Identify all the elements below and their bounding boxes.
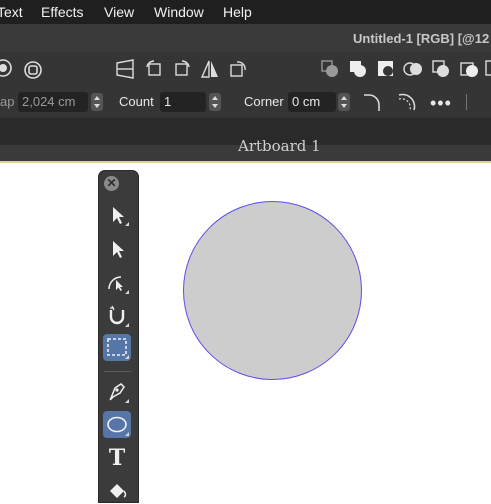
align-top-icon[interactable] (319, 58, 341, 80)
corner-stepper[interactable] (338, 93, 350, 111)
boolean-divide-icon[interactable] (458, 58, 480, 80)
tools-panel: ✕ T (99, 171, 138, 502)
corner-concave-icon[interactable] (396, 91, 418, 113)
close-panel-button[interactable]: ✕ (104, 176, 119, 191)
count-label: Count (119, 94, 154, 109)
contour-tool-icon[interactable] (103, 302, 131, 329)
menu-help[interactable]: Help (223, 4, 252, 20)
rotate-left-icon[interactable] (143, 58, 165, 80)
menu-text[interactable]: Text (0, 4, 23, 20)
menu-bar: Text Effects View Window Help (0, 0, 491, 24)
tools-separator (104, 371, 132, 372)
boolean-intersect-icon[interactable] (402, 58, 424, 80)
gap-label: ap (0, 94, 15, 109)
boolean-subtract-icon[interactable] (375, 58, 397, 80)
corner-tool-icon[interactable] (103, 269, 131, 296)
perspective-icon[interactable] (114, 58, 136, 80)
toolbar-divider (466, 94, 467, 110)
menu-view[interactable]: View (104, 4, 134, 20)
document-title: Untitled-1 [RGB] [@12 (353, 31, 490, 46)
artboard-title[interactable]: Artboard 1 (238, 137, 321, 154)
boolean-partial-icon[interactable] (0, 57, 14, 79)
flip-horizontal-icon[interactable] (199, 58, 221, 80)
pen-tool-icon[interactable] (103, 378, 131, 405)
combine-icon[interactable] (484, 58, 491, 80)
text-tool-icon[interactable]: T (103, 445, 131, 472)
gap-input[interactable]: 2,024 cm (18, 92, 88, 112)
more-options-icon[interactable]: ••• (430, 94, 452, 112)
gap-stepper[interactable] (91, 93, 103, 111)
boolean-add-icon[interactable] (347, 58, 369, 80)
menu-effects[interactable]: Effects (41, 4, 84, 20)
menu-window[interactable]: Window (154, 4, 204, 20)
context-toolbar: ap 2,024 cm Count 1 Corner 0 cm ••• (0, 52, 491, 118)
corner-round-icon[interactable] (361, 91, 383, 113)
stamp-icon[interactable] (22, 59, 44, 81)
marquee-tool-icon[interactable] (103, 334, 131, 361)
ellipse-tool-icon[interactable] (103, 411, 131, 438)
node-tool-icon[interactable] (103, 235, 131, 262)
flip-vertical-icon[interactable] (227, 58, 249, 80)
ellipse-shape[interactable] (183, 201, 362, 380)
rotate-right-icon[interactable] (171, 58, 193, 80)
corner-input[interactable]: 0 cm (288, 92, 336, 112)
boolean-xor-icon[interactable] (430, 58, 452, 80)
corner-label: Corner (244, 94, 284, 109)
title-bar: Untitled-1 [RGB] [@12 (0, 24, 491, 52)
fill-tool-icon[interactable] (103, 477, 131, 504)
count-input[interactable]: 1 (160, 92, 206, 112)
count-stepper[interactable] (209, 93, 221, 111)
move-tool-icon[interactable] (103, 201, 131, 228)
